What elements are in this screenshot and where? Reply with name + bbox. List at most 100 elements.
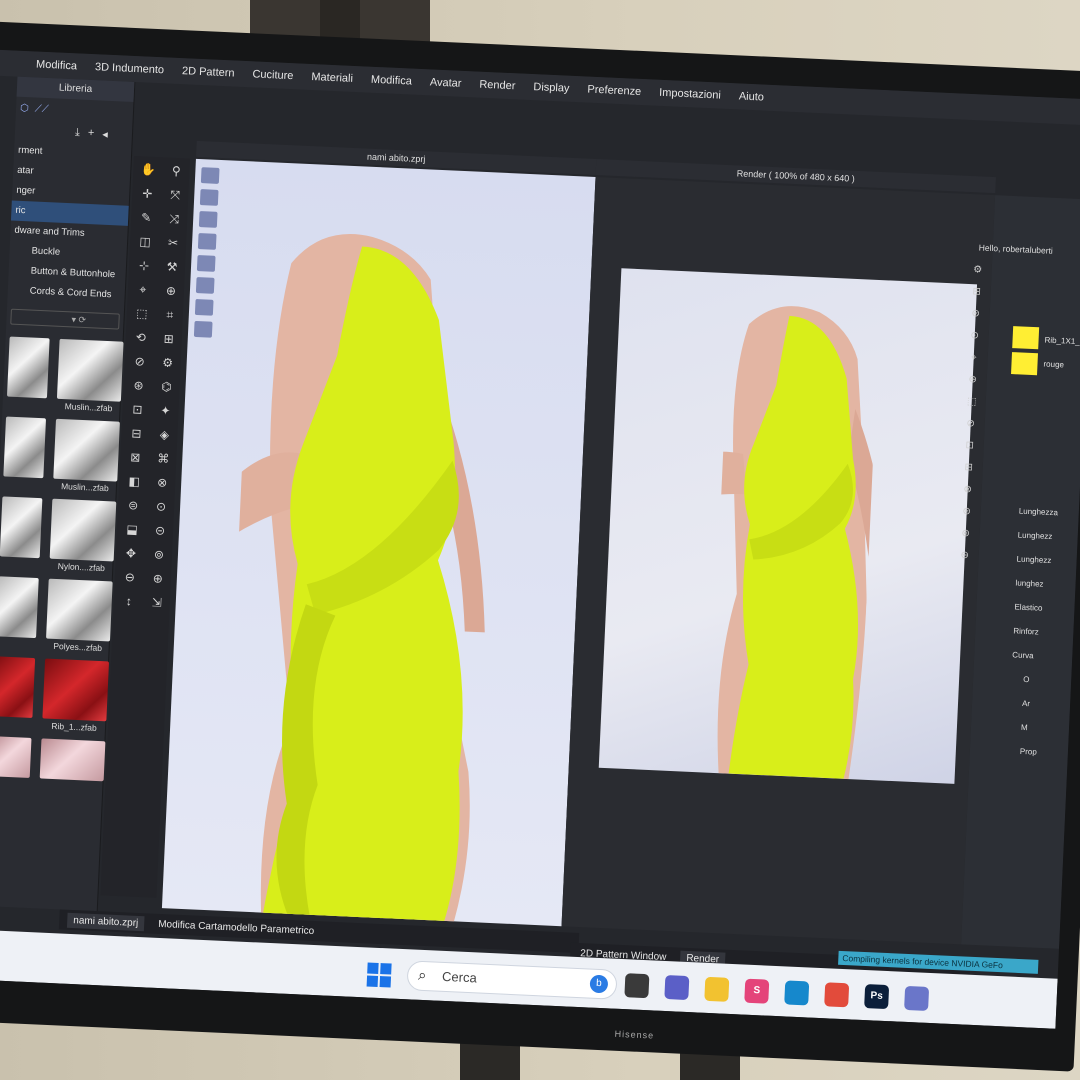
stagegate-icon[interactable]: S (744, 978, 770, 1004)
menu-item[interactable]: Impostazioni (659, 87, 721, 102)
menu-item[interactable]: Render (479, 79, 516, 93)
display-icon[interactable] (196, 255, 216, 272)
menu-item[interactable]: Modifica (36, 59, 77, 73)
add-icon[interactable]: + (88, 127, 95, 139)
tool-icon[interactable]: ⊟ (125, 424, 148, 443)
tool-icon[interactable]: ⚲ (165, 161, 188, 180)
library-folder-icon[interactable]: ⬡ (20, 102, 29, 113)
tool-icon[interactable]: ⟲ (129, 328, 152, 347)
tool-icon[interactable]: ⤨ (163, 209, 186, 228)
tool-icon[interactable]: ⊕ (146, 569, 169, 588)
display-icon[interactable] (197, 233, 217, 250)
render-tool-icon[interactable]: ⊞ (968, 286, 985, 301)
fabric-thumbnail[interactable] (39, 738, 106, 782)
render-canvas[interactable] (598, 268, 978, 784)
library-category-item[interactable]: Cords & Cord Ends (7, 280, 125, 305)
chrome-icon[interactable] (824, 982, 850, 1008)
tool-icon[interactable]: ⌬ (155, 377, 178, 396)
display-icon[interactable] (198, 211, 218, 228)
tab[interactable]: nami abito.zprj (66, 912, 145, 931)
tool-icon[interactable]: ✥ (120, 544, 143, 563)
tool-icon[interactable]: ⊹ (133, 256, 156, 275)
display-icon[interactable] (200, 167, 220, 184)
tool-icon[interactable]: ⊚ (148, 545, 171, 564)
fabric-thumbnail-partial[interactable] (6, 336, 50, 399)
menu-item[interactable]: Avatar (430, 76, 462, 89)
render-tool-icon[interactable]: ⊗ (959, 484, 976, 499)
display-icon[interactable] (195, 276, 215, 294)
render-tool-icon[interactable]: ⊛ (967, 308, 984, 323)
windows-start-icon[interactable] (366, 962, 392, 988)
menu-item[interactable]: Preferenze (587, 84, 641, 98)
fabric-thumbnail-partial[interactable] (3, 416, 47, 479)
tool-icon[interactable]: ✛ (136, 184, 159, 203)
tool-icon[interactable]: ◈ (153, 425, 176, 444)
library-search[interactable]: ▾ ⟳ (10, 308, 120, 330)
menu-item[interactable]: Cuciture (252, 68, 293, 82)
render-tool-icon[interactable]: ⊚ (957, 528, 974, 543)
menu-item[interactable]: Materiali (311, 71, 353, 85)
edge-icon[interactable] (784, 980, 810, 1006)
fabric-thumbnail-partial[interactable] (0, 736, 32, 778)
render-tool-icon[interactable]: ⊘ (962, 418, 979, 433)
library-tab-icon[interactable]: ⟋⟋ (35, 103, 49, 115)
tool-icon[interactable]: ⊝ (149, 521, 172, 540)
tool-icon[interactable]: ⚙ (156, 353, 179, 372)
fabric-thumbnail[interactable] (46, 578, 113, 642)
clo3d-icon[interactable] (904, 985, 930, 1011)
tool-icon[interactable]: ⊖ (118, 568, 141, 587)
3d-viewport[interactable] (161, 158, 596, 927)
tool-icon[interactable]: ◫ (134, 232, 157, 251)
tool-icon[interactable]: ⇲ (145, 593, 168, 612)
fabric-thumbnail-partial[interactable] (0, 496, 43, 559)
tool-icon[interactable]: ↕ (117, 592, 140, 611)
tool-icon[interactable]: ⤧ (164, 185, 187, 204)
render-tool-icon[interactable]: ⊕ (964, 374, 981, 389)
tool-icon[interactable]: ⊙ (150, 497, 173, 516)
tool-icon[interactable]: ⚒ (161, 257, 184, 276)
fabric-thumbnail[interactable] (53, 418, 120, 482)
tool-icon[interactable]: ✦ (154, 401, 177, 420)
tool-icon[interactable]: ⊗ (151, 473, 174, 492)
render-tool-icon[interactable]: ⊟ (960, 462, 977, 477)
fabric-thumbnail[interactable] (56, 338, 124, 402)
tool-icon[interactable]: ◧ (123, 472, 146, 491)
render-tool-icon[interactable]: ⊜ (958, 506, 975, 521)
display-icon[interactable] (194, 298, 214, 316)
fabric-thumbnail-partial[interactable] (0, 656, 36, 719)
fabric-thumbnail[interactable] (42, 658, 110, 722)
render-tool-icon[interactable]: ⊖ (956, 550, 973, 565)
tool-icon[interactable]: ⊕ (160, 281, 183, 300)
tab[interactable]: Modifica Cartamodello Parametrico (158, 918, 315, 936)
menu-item[interactable]: Modifica (371, 74, 412, 88)
taskbar-search[interactable]: ⌕ Cerca b (406, 960, 618, 1000)
tool-icon[interactable]: ⊜ (122, 496, 145, 515)
tool-icon[interactable]: ⊡ (126, 400, 149, 419)
menu-item[interactable]: 3D Indumento (95, 61, 165, 76)
tool-icon[interactable]: ✂ (162, 233, 185, 252)
fabric-swatch[interactable] (1011, 352, 1038, 376)
render-tool-icon[interactable]: ⚙ (969, 264, 986, 279)
photoshop-icon[interactable]: Ps (864, 984, 890, 1010)
fabric-swatch[interactable] (1012, 326, 1040, 350)
tool-icon[interactable]: ⬓ (121, 520, 144, 539)
tool-icon[interactable]: ⌖ (132, 280, 155, 299)
fabric-thumbnail[interactable] (49, 498, 117, 562)
meet-icon[interactable] (664, 974, 690, 1001)
task-view-icon[interactable] (624, 973, 650, 999)
render-tool-icon[interactable]: ⌖ (965, 352, 982, 367)
tool-icon[interactable]: ⊘ (128, 352, 151, 371)
render-tool-icon[interactable]: ⬚ (963, 396, 980, 411)
menu-item[interactable]: Display (533, 81, 570, 95)
menu-item[interactable]: Aiuto (739, 90, 765, 103)
tool-icon[interactable]: ✋ (137, 160, 160, 179)
tool-icon[interactable]: ⊞ (157, 329, 180, 348)
display-icon[interactable] (193, 320, 213, 338)
tool-icon[interactable]: ⊛ (127, 376, 150, 395)
file-explorer-icon[interactable] (704, 976, 730, 1002)
download-icon[interactable]: ⤓ (75, 126, 80, 139)
tool-icon[interactable]: ⌗ (158, 305, 181, 324)
render-tool-icon[interactable]: ⊙ (966, 330, 983, 345)
fabric-thumbnail-partial[interactable] (0, 576, 39, 639)
render-tool-icon[interactable]: ⊡ (961, 440, 978, 455)
